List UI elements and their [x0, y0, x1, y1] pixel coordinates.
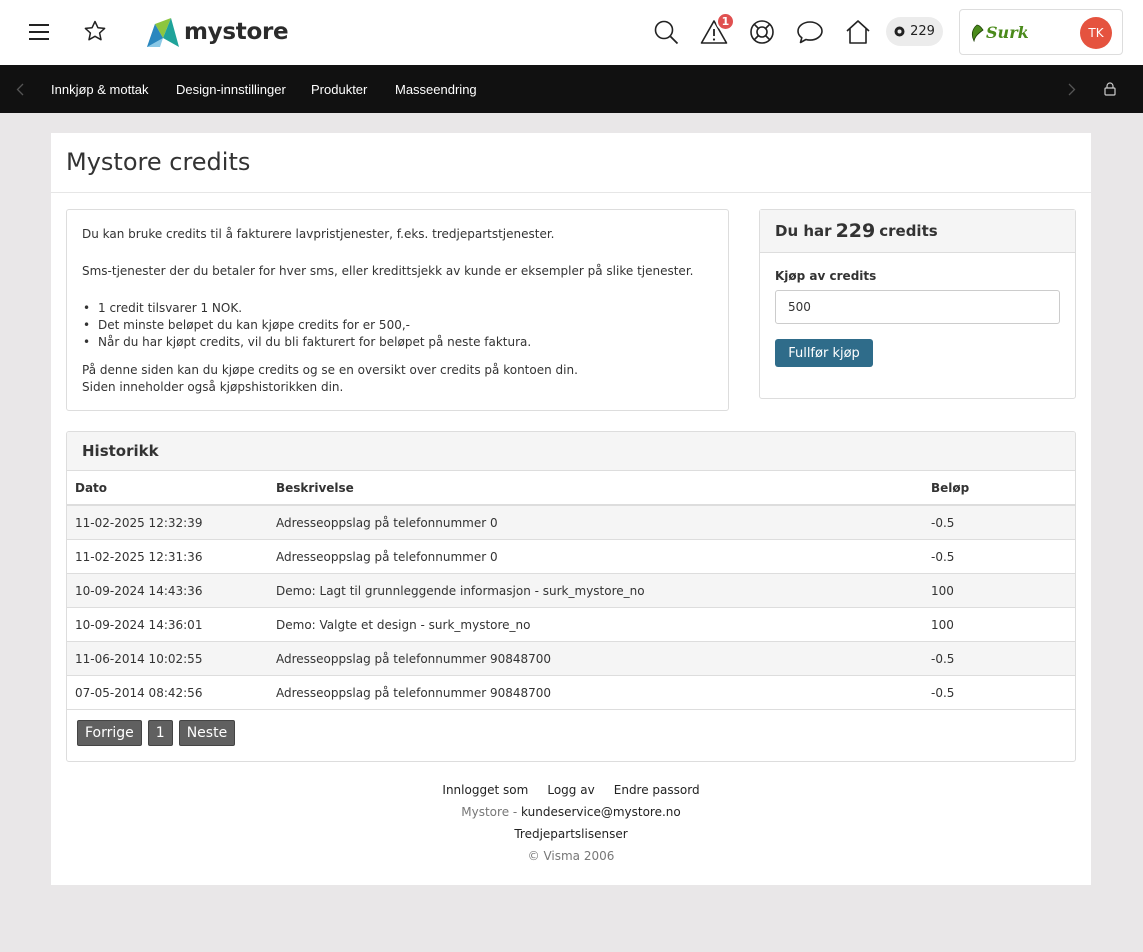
credits-icon: [894, 26, 905, 37]
lock-icon[interactable]: [1102, 81, 1118, 97]
cell-amount: -0.5: [931, 549, 955, 564]
notification-badge: 1: [716, 12, 735, 31]
footer-links: Innlogget som Logg av Endre passord: [51, 783, 1091, 797]
cell-amount: -0.5: [931, 651, 955, 666]
footer-licenses-link[interactable]: Tredjepartslisenser: [514, 827, 627, 841]
column-header-amount[interactable]: Beløp: [931, 471, 969, 504]
nav-item-innkjop-mottak[interactable]: Innkjøp & mottak: [51, 65, 149, 113]
footer-support: Mystore - kundeservice@mystore.no: [51, 805, 1091, 819]
credits-pill[interactable]: 229: [886, 17, 943, 46]
table-row: 11-06-2014 10:02:55 Adresseoppslag på te…: [67, 642, 1075, 676]
title-divider: [51, 192, 1091, 193]
table-header: Dato Beskrivelse Beløp: [67, 471, 1075, 506]
cell-amount: 100: [931, 583, 954, 598]
credits-balance-heading: Du har 229 credits: [760, 210, 1075, 253]
user-menu[interactable]: Surk TK: [959, 9, 1123, 55]
footer-copyright: © Visma 2006: [527, 849, 615, 863]
help-lifebuoy-icon[interactable]: [748, 18, 776, 46]
top-header: mystore 1 229 Surk TK: [0, 0, 1143, 65]
info-panel: Du kan bruke credits til å fakturere lav…: [66, 209, 729, 411]
cell-description: Adresseoppslag på telefonnummer 0: [276, 515, 498, 530]
chevron-right-icon[interactable]: [1064, 81, 1080, 97]
table-row: 11-02-2025 12:31:36 Adresseoppslag på te…: [67, 540, 1075, 574]
menu-icon[interactable]: [26, 20, 52, 44]
info-text-1: Du kan bruke credits til å fakturere lav…: [82, 227, 555, 241]
table-row: 11-02-2025 12:32:39 Adresseoppslag på te…: [67, 506, 1075, 540]
footer-logout-link[interactable]: Logg av: [547, 783, 594, 797]
mystore-logo-icon: [147, 18, 179, 47]
partner-leaf-icon: [971, 24, 984, 42]
mystore-logo[interactable]: mystore: [146, 14, 289, 50]
table-row: 10-09-2024 14:43:36 Demo: Lagt til grunn…: [67, 574, 1075, 608]
column-header-description[interactable]: Beskrivelse: [276, 471, 354, 504]
buy-credits-label: Kjøp av credits: [775, 269, 877, 283]
footer-support-email-link[interactable]: kundeservice@mystore.no: [521, 805, 681, 819]
footer-licenses: Tredjepartslisenser: [51, 827, 1091, 841]
nav-item-masseendring[interactable]: Masseendring: [395, 65, 477, 113]
complete-purchase-button[interactable]: Fullfør kjøp: [775, 339, 873, 367]
pagination-page-1[interactable]: 1: [147, 720, 173, 746]
buy-credits-input[interactable]: [775, 290, 1060, 324]
chat-icon[interactable]: [796, 19, 824, 45]
chevron-left-icon[interactable]: [12, 81, 28, 97]
nav-item-design-innstillinger[interactable]: Design-innstillinger: [176, 65, 286, 113]
cell-date: 11-02-2025 12:31:36: [75, 549, 203, 564]
cell-description: Demo: Valgte et design - surk_mystore_no: [276, 617, 531, 632]
cell-description: Adresseoppslag på telefonnummer 0: [276, 549, 498, 564]
nav-item-produkter[interactable]: Produkter: [311, 65, 367, 113]
cell-description: Adresseoppslag på telefonnummer 90848700: [276, 685, 552, 700]
history-title: Historikk: [67, 432, 1075, 471]
cell-date: 10-09-2024 14:43:36: [75, 583, 203, 598]
avatar[interactable]: TK: [1080, 17, 1112, 49]
table-row: 07-05-2014 08:42:56 Adresseoppslag på te…: [67, 676, 1075, 710]
pagination: Forrige 1 Neste: [77, 720, 236, 746]
footer-brand: Mystore -: [461, 805, 518, 819]
pagination-prev-button[interactable]: Forrige: [77, 720, 142, 746]
main-content: Mystore credits Du kan bruke credits til…: [51, 133, 1091, 885]
buy-credits-panel: Du har 229 credits Kjøp av credits Fullf…: [759, 209, 1076, 399]
partner-logo: Surk: [970, 23, 1029, 42]
cell-amount: -0.5: [931, 515, 955, 530]
page-title: Mystore credits: [66, 148, 251, 176]
info-text-4: Siden inneholder også kjøpshistorikken d…: [82, 380, 344, 394]
footer-logged-in-as[interactable]: Innlogget som: [442, 783, 528, 797]
table-row: 10-09-2024 14:36:01 Demo: Valgte et desi…: [67, 608, 1075, 642]
cell-description: Adresseoppslag på telefonnummer 90848700: [276, 651, 552, 666]
star-icon[interactable]: [82, 18, 108, 44]
cell-amount: -0.5: [931, 685, 955, 700]
cell-amount: 100: [931, 617, 954, 632]
cell-date: 11-02-2025 12:32:39: [75, 515, 203, 530]
info-text-2: Sms-tjenester der du betaler for hver sm…: [82, 264, 694, 278]
cell-date: 10-09-2024 14:36:01: [75, 617, 203, 632]
credits-balance: 229: [835, 220, 876, 242]
info-text-3: På denne siden kan du kjøpe credits og s…: [82, 363, 578, 377]
logo-text: mystore: [184, 19, 289, 45]
cell-date: 07-05-2014 08:42:56: [75, 685, 203, 700]
search-icon[interactable]: [652, 18, 680, 46]
cell-date: 11-06-2014 10:02:55: [75, 651, 203, 666]
pagination-next-button[interactable]: Neste: [178, 720, 236, 746]
credits-count: 229: [910, 24, 935, 39]
home-icon[interactable]: [844, 18, 872, 46]
main-navbar: Innkjøp & mottak Design-innstillinger Pr…: [0, 65, 1143, 113]
footer-change-password-link[interactable]: Endre passord: [614, 783, 700, 797]
cell-description: Demo: Lagt til grunnleggende informasjon…: [276, 583, 645, 598]
history-panel: Historikk Dato Beskrivelse Beløp 11-02-2…: [66, 431, 1076, 762]
column-header-date[interactable]: Dato: [75, 471, 107, 504]
